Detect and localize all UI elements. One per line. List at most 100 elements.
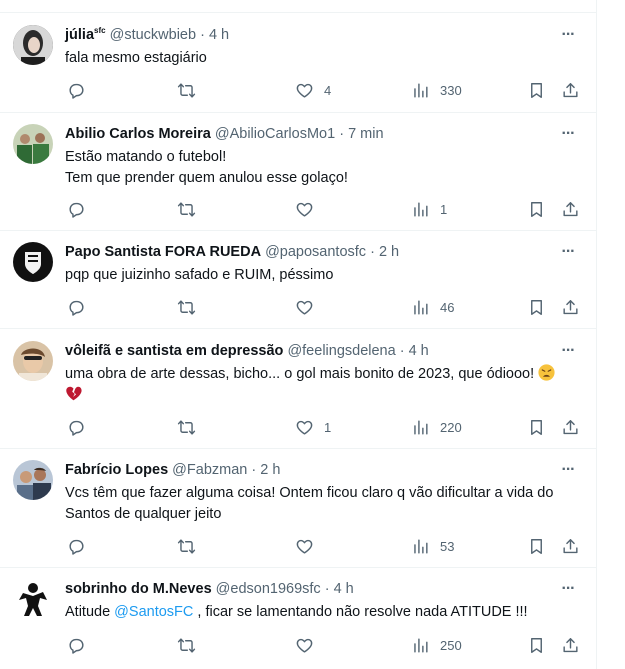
tweet[interactable]: júliasfc @stuckwbieb · 4 h fala mesmo es… (0, 13, 596, 113)
display-name-suffix: sfc (94, 26, 106, 36)
tired-face-emoji-icon (538, 364, 555, 381)
like-button[interactable] (295, 198, 314, 220)
tweet-text: Atitude @SantosFC , ficar se lamentando … (65, 602, 584, 623)
views-button[interactable]: 330 (411, 79, 462, 101)
reply-button[interactable] (67, 296, 86, 318)
avatar[interactable] (13, 25, 53, 65)
reply-button[interactable] (67, 79, 86, 101)
tweet[interactable]: Abilio Carlos Moreira @AbilioCarlosMo1 ·… (0, 113, 596, 231)
bookmark-button[interactable] (527, 535, 546, 557)
tweet-header: Papo Santista FORA RUEDA @paposantosfc ·… (65, 242, 584, 262)
bookmark-button[interactable] (527, 416, 546, 438)
share-button[interactable] (561, 416, 580, 438)
avatar[interactable] (13, 460, 53, 500)
share-button[interactable] (561, 296, 580, 318)
tweet[interactable]: Papo Santista FORA RUEDA @paposantosfc ·… (0, 231, 596, 329)
display-name[interactable]: Abilio Carlos Moreira (65, 126, 211, 142)
more-icon[interactable]: ··· (558, 126, 578, 148)
retweet-button[interactable] (177, 79, 196, 101)
timestamp[interactable]: 4 h (409, 343, 429, 359)
retweet-button[interactable] (177, 535, 196, 557)
timeline-feed: júliasfc @stuckwbieb · 4 h fala mesmo es… (0, 0, 596, 669)
bookmark-button[interactable] (527, 634, 546, 656)
avatar[interactable] (13, 242, 53, 282)
reply-icon (69, 638, 84, 654)
avatar[interactable] (13, 124, 53, 164)
timestamp[interactable]: 4 h (334, 581, 354, 597)
like-button[interactable] (295, 296, 314, 318)
bookmark-button[interactable] (527, 79, 546, 101)
like-button[interactable] (295, 634, 314, 656)
bookmark-button[interactable] (527, 198, 546, 220)
share-icon (563, 419, 578, 434)
bookmark-icon (531, 201, 542, 217)
reply-button[interactable] (67, 535, 86, 557)
user-handle[interactable]: @Fabzman (172, 462, 247, 478)
bookmark-button[interactable] (527, 296, 546, 318)
timestamp[interactable]: 4 h (209, 27, 229, 43)
views-button[interactable]: 1 (411, 198, 447, 220)
tweet[interactable]: sobrinho do M.Neves @edson1969sfc · 4 h … (0, 568, 596, 669)
tweet-actions: 250 (65, 634, 585, 656)
reply-button[interactable] (67, 198, 86, 220)
more-icon[interactable]: ··· (558, 244, 578, 266)
views-button[interactable]: 46 (411, 296, 454, 318)
retweet-button[interactable] (177, 296, 196, 318)
more-icon[interactable]: ··· (558, 462, 578, 484)
timestamp[interactable]: 7 min (348, 126, 383, 142)
retweet-button[interactable] (177, 634, 196, 656)
like-icon (296, 638, 313, 653)
display-name[interactable]: Papo Santista FORA RUEDA (65, 244, 261, 260)
like-icon (296, 539, 313, 554)
tweet[interactable]: vôleifã e santista em depressão @feeling… (0, 329, 596, 449)
reply-icon (69, 300, 84, 316)
more-icon[interactable]: ··· (558, 343, 578, 365)
like-button[interactable]: 4 (295, 79, 331, 101)
tweet-actions: 53 (65, 535, 585, 557)
timestamp[interactable]: 2 h (260, 462, 280, 478)
more-icon[interactable]: ··· (558, 27, 578, 49)
tweet-text: Estão matando o futebol! Tem que prender… (65, 149, 348, 186)
share-icon (563, 299, 578, 314)
user-handle[interactable]: @feelingsdelena (287, 343, 395, 359)
like-button[interactable] (295, 535, 314, 557)
user-handle[interactable]: @paposantosfc (265, 244, 366, 260)
tweet-header: sobrinho do M.Neves @edson1969sfc · 4 h (65, 579, 584, 599)
display-name[interactable]: Fabrício Lopes (65, 462, 168, 478)
display-name[interactable]: vôleifã e santista em depressão (65, 343, 283, 359)
tweet-text: Vcs têm que fazer alguma coisa! Ontem fi… (65, 485, 558, 522)
share-button[interactable] (561, 198, 580, 220)
views-button[interactable]: 220 (411, 416, 462, 438)
like-button[interactable]: 1 (295, 416, 331, 438)
tweet-actions: 4 330 (65, 79, 585, 101)
user-handle[interactable]: @edson1969sfc (216, 581, 321, 597)
views-icon (414, 299, 428, 315)
tweet[interactable]: Fabrício Lopes @Fabzman · 2 h Vcs têm qu… (0, 449, 596, 568)
retweet-icon (177, 82, 196, 98)
retweet-button[interactable] (177, 198, 196, 220)
mention-link[interactable]: @SantosFC (114, 604, 193, 620)
user-handle[interactable]: @AbilioCarlosMo1 (215, 126, 335, 142)
timestamp[interactable]: 2 h (379, 244, 399, 260)
views-button[interactable]: 250 (411, 634, 462, 656)
views-icon (414, 201, 428, 217)
display-name[interactable]: júlia (65, 27, 94, 43)
tweet-actions: 46 (65, 296, 585, 318)
display-name[interactable]: sobrinho do M.Neves (65, 581, 212, 597)
share-button[interactable] (561, 79, 580, 101)
user-handle[interactable]: @stuckwbieb (110, 27, 196, 43)
avatar[interactable] (13, 579, 53, 619)
share-icon (563, 201, 578, 216)
avatar[interactable] (13, 341, 53, 381)
reply-button[interactable] (67, 416, 86, 438)
retweet-button[interactable] (177, 416, 196, 438)
share-button[interactable] (561, 634, 580, 656)
more-icon[interactable]: ··· (558, 581, 578, 603)
views-icon (414, 538, 428, 554)
tweet-header: Fabrício Lopes @Fabzman · 2 h (65, 460, 584, 480)
views-icon (414, 419, 428, 435)
views-button[interactable]: 53 (411, 535, 454, 557)
reply-button[interactable] (67, 634, 86, 656)
share-button[interactable] (561, 535, 580, 557)
retweet-icon (177, 299, 196, 315)
